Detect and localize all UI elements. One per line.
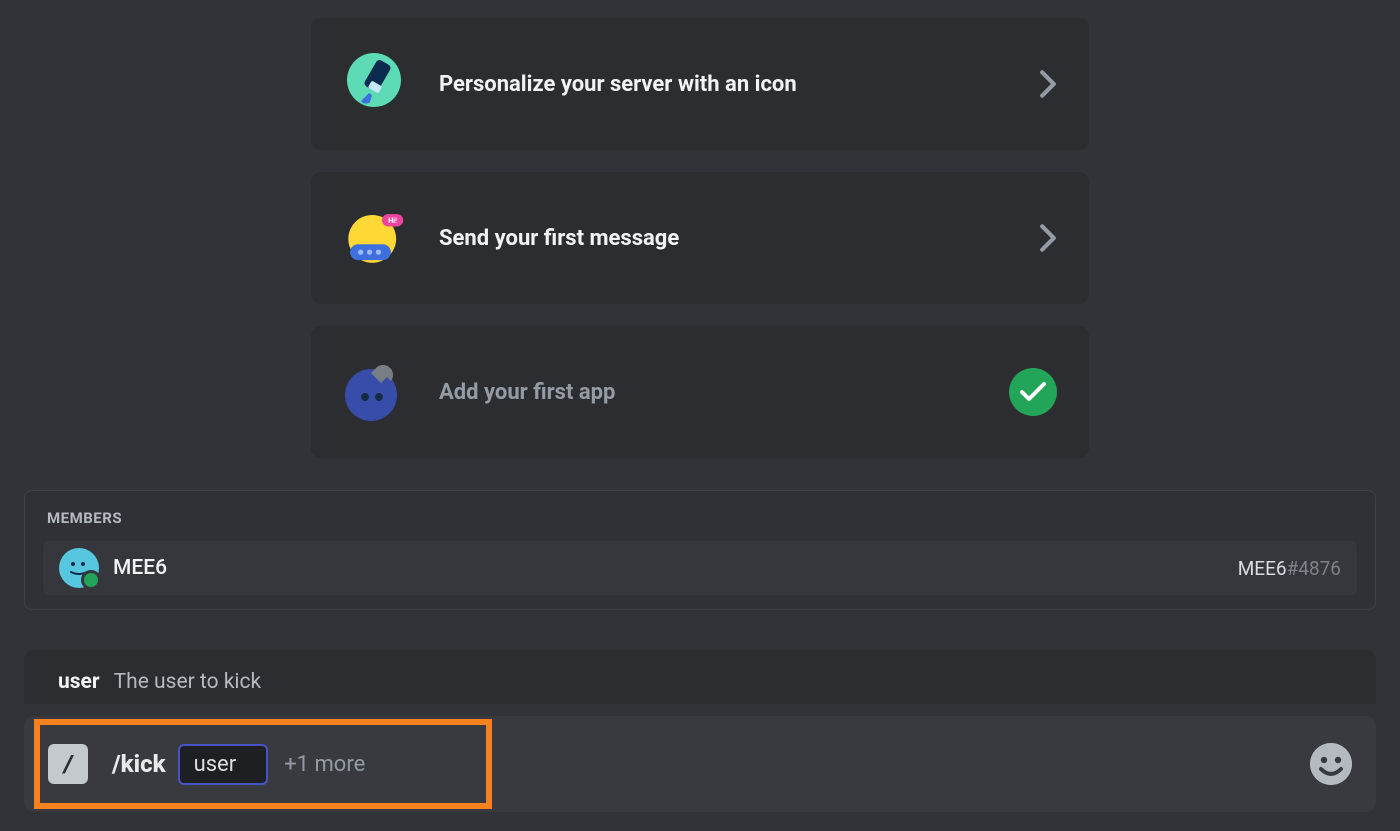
card-add-first-app[interactable]: Add your first app bbox=[311, 326, 1089, 458]
param-description: The user to kick bbox=[114, 670, 262, 694]
svg-text:Hi!: Hi! bbox=[388, 216, 397, 225]
emoji-picker-button[interactable] bbox=[1310, 743, 1352, 785]
onboarding-cards: Personalize your server with an icon Hi!… bbox=[311, 18, 1089, 458]
member-name: MEE6 bbox=[113, 556, 1238, 580]
autocomplete-section-header: Members bbox=[47, 509, 1357, 527]
wrench-robot-icon bbox=[343, 361, 405, 423]
command-param-strip: user The user to kick bbox=[24, 650, 1376, 704]
param-name: user bbox=[58, 670, 100, 694]
slash-command-icon: / bbox=[48, 744, 88, 784]
command-name: /kick bbox=[112, 750, 166, 778]
autocomplete-member-row[interactable]: MEE6 MEE6#4876 bbox=[43, 541, 1357, 595]
autocomplete-popup: Members MEE6 MEE6#4876 bbox=[24, 490, 1376, 610]
card-title: Add your first app bbox=[439, 380, 1009, 405]
card-personalize-server[interactable]: Personalize your server with an icon bbox=[311, 18, 1089, 150]
chat-bubble-icon: Hi! bbox=[343, 207, 405, 269]
chevron-right-icon bbox=[1039, 70, 1057, 98]
command-arg-pill[interactable]: user bbox=[178, 744, 269, 785]
more-options-hint[interactable]: +1 more bbox=[284, 752, 365, 777]
chevron-right-icon bbox=[1039, 224, 1057, 252]
card-title: Send your first message bbox=[439, 226, 1039, 251]
brush-icon bbox=[343, 53, 405, 115]
message-input-bar[interactable]: / /kick user +1 more bbox=[24, 716, 1376, 812]
avatar bbox=[59, 548, 99, 588]
card-title: Personalize your server with an icon bbox=[439, 72, 1039, 97]
card-send-first-message[interactable]: Hi! Send your first message bbox=[311, 172, 1089, 304]
checkmark-icon bbox=[1009, 368, 1057, 416]
member-tag: MEE6#4876 bbox=[1238, 557, 1341, 580]
